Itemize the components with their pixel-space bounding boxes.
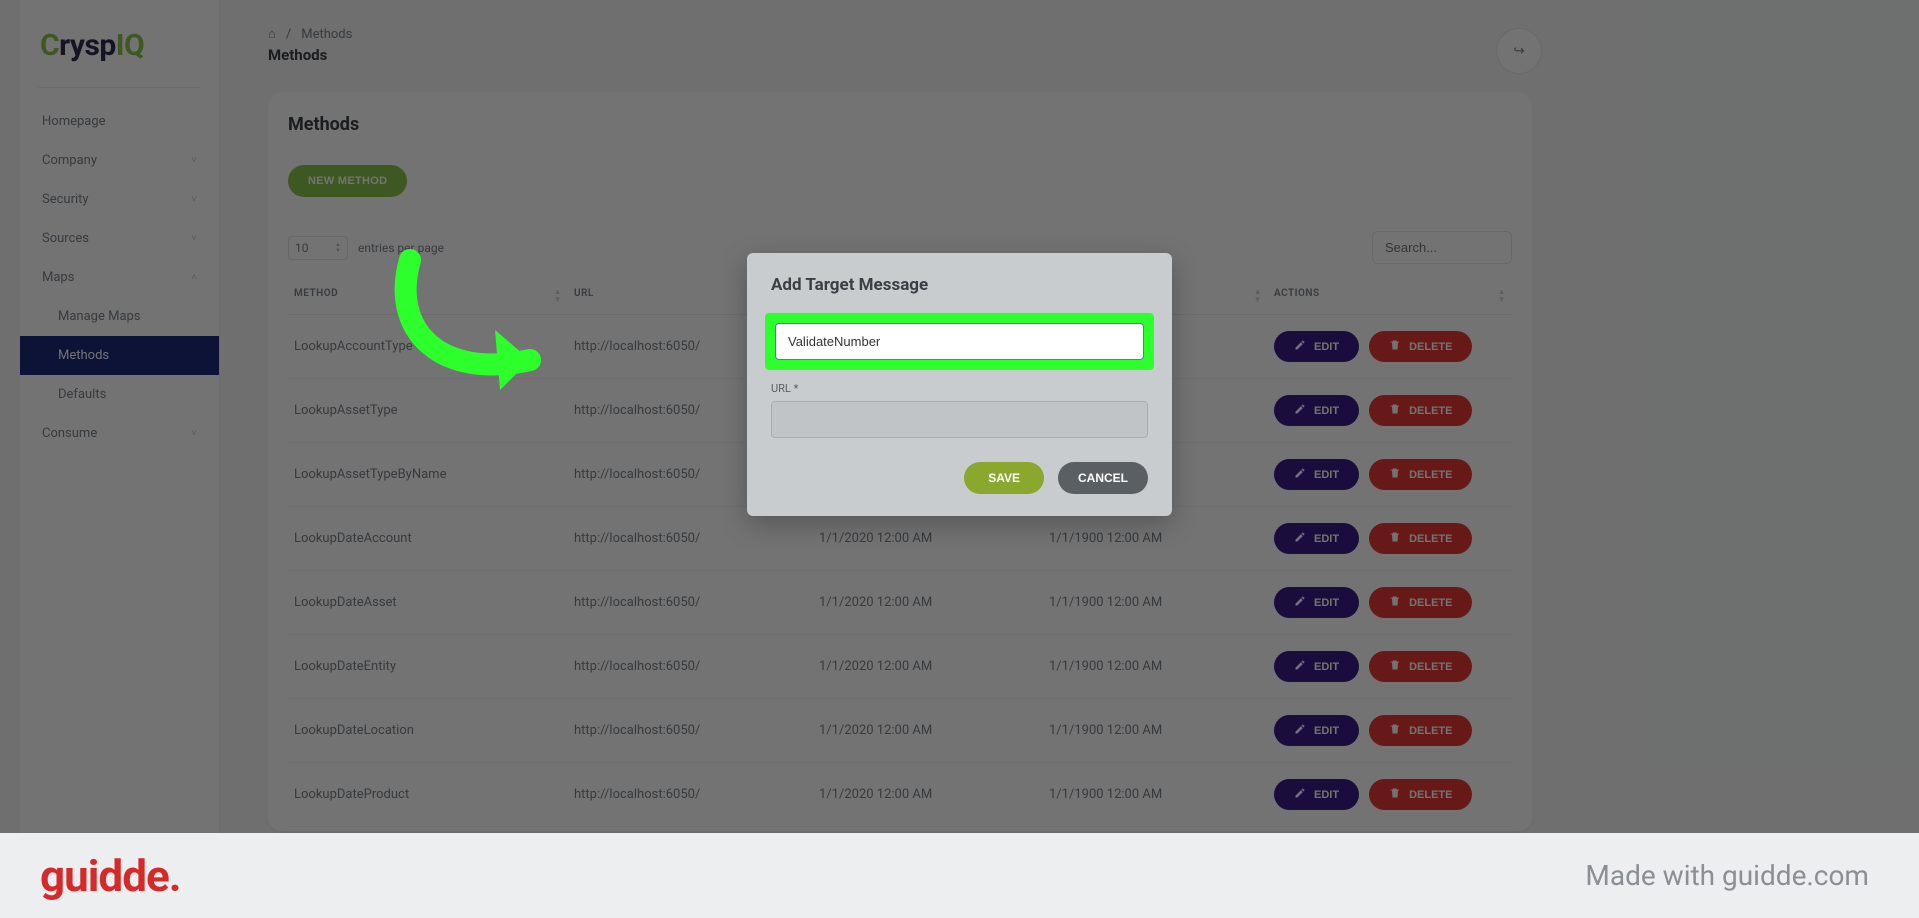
save-button[interactable]: SAVE [964, 462, 1044, 494]
target-name-input[interactable] [775, 323, 1144, 360]
highlighted-field [765, 313, 1154, 370]
footer-made-with: Made with guidde.com [1585, 859, 1869, 892]
footer-brand: guidde. [40, 850, 181, 902]
cancel-button[interactable]: CANCEL [1058, 462, 1148, 494]
add-target-message-dialog: Add Target Message URL * SAVE CANCEL [747, 253, 1172, 516]
url-label: URL * [771, 382, 1148, 395]
dialog-title: Add Target Message [771, 275, 1148, 295]
footer: guidde. Made with guidde.com [0, 833, 1919, 918]
dialog-actions: SAVE CANCEL [771, 462, 1148, 494]
target-url-input[interactable] [771, 401, 1148, 438]
